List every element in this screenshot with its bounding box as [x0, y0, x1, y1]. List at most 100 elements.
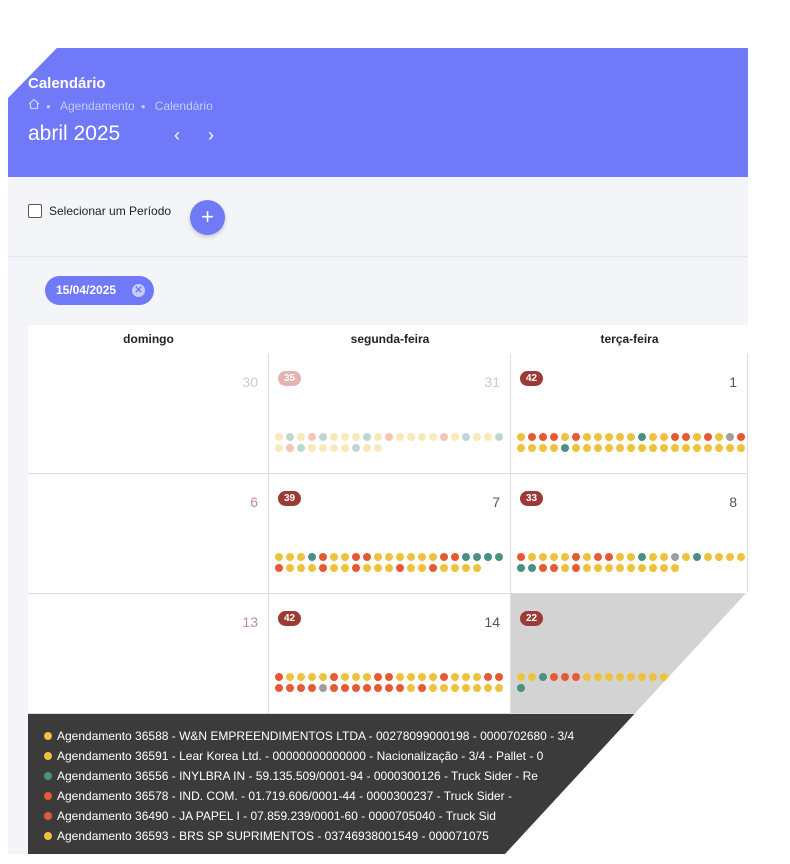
- appointment-dot[interactable]: [550, 433, 558, 441]
- appointment-dot[interactable]: [440, 564, 448, 572]
- select-period-checkbox[interactable]: [28, 204, 42, 218]
- appointment-dot[interactable]: [330, 553, 338, 561]
- appointment-dot[interactable]: [319, 673, 327, 681]
- appointment-dot[interactable]: [528, 564, 536, 572]
- appointment-dot[interactable]: [528, 553, 536, 561]
- appointment-dot[interactable]: [528, 444, 536, 452]
- appointment-dot[interactable]: [385, 553, 393, 561]
- appointment-dot[interactable]: [308, 673, 316, 681]
- calendar-day-cell[interactable]: 8 33: [511, 474, 748, 594]
- appointment-dot[interactable]: [374, 684, 382, 692]
- appointment-dot[interactable]: [297, 433, 305, 441]
- appointment-dot[interactable]: [330, 433, 338, 441]
- appointment-dot[interactable]: [737, 553, 745, 561]
- appointment-dot[interactable]: [374, 564, 382, 572]
- calendar-day-cell[interactable]: 7 39: [269, 474, 511, 594]
- appointment-dot[interactable]: [286, 444, 294, 452]
- appointment-dot[interactable]: [561, 673, 569, 681]
- appointment-dot[interactable]: [594, 564, 602, 572]
- appointment-dot[interactable]: [715, 673, 723, 681]
- appointment-dot[interactable]: [726, 673, 734, 681]
- appointment-dot[interactable]: [440, 673, 448, 681]
- appointment-dot[interactable]: [297, 684, 305, 692]
- appointment-dot[interactable]: [682, 444, 690, 452]
- appointment-dot[interactable]: [473, 553, 481, 561]
- appointment-dot[interactable]: [572, 673, 580, 681]
- appointment-dot[interactable]: [693, 433, 701, 441]
- appointment-dot[interactable]: [385, 433, 393, 441]
- appointment-dot[interactable]: [385, 684, 393, 692]
- appointment-dot[interactable]: [407, 673, 415, 681]
- appointment-dot[interactable]: [473, 684, 481, 692]
- appointment-dot[interactable]: [363, 673, 371, 681]
- appointment-dot[interactable]: [275, 684, 283, 692]
- appointment-dot[interactable]: [484, 433, 492, 441]
- date-filter-chip[interactable]: 15/04/2025 ✕: [45, 276, 155, 305]
- calendar-day-cell[interactable]: 30: [28, 354, 269, 474]
- appointment-dot[interactable]: [517, 553, 525, 561]
- appointment-dot[interactable]: [715, 433, 723, 441]
- appointment-dot[interactable]: [462, 673, 470, 681]
- appointment-dot[interactable]: [605, 673, 613, 681]
- appointment-dot[interactable]: [352, 673, 360, 681]
- appointment-dot[interactable]: [352, 564, 360, 572]
- appointment-dot[interactable]: [352, 444, 360, 452]
- appointment-dot[interactable]: [594, 433, 602, 441]
- appointment-dot[interactable]: [418, 684, 426, 692]
- appointment-dot[interactable]: [561, 444, 569, 452]
- appointment-dot[interactable]: [616, 673, 624, 681]
- appointment-dot[interactable]: [451, 553, 459, 561]
- appointment-dot[interactable]: [473, 564, 481, 572]
- appointment-dot[interactable]: [616, 564, 624, 572]
- appointment-dot[interactable]: [440, 553, 448, 561]
- appointment-dot[interactable]: [528, 433, 536, 441]
- appointment-dot[interactable]: [451, 684, 459, 692]
- appointment-dot[interactable]: [649, 433, 657, 441]
- appointment-dot[interactable]: [627, 564, 635, 572]
- appointment-dot[interactable]: [297, 444, 305, 452]
- appointment-dot[interactable]: [704, 444, 712, 452]
- appointment-dot[interactable]: [539, 553, 547, 561]
- appointment-dot[interactable]: [341, 673, 349, 681]
- appointment-dot[interactable]: [572, 553, 580, 561]
- appointment-dot[interactable]: [517, 673, 525, 681]
- appointment-count-badge[interactable]: 42: [520, 371, 543, 386]
- appointment-dot[interactable]: [517, 444, 525, 452]
- appointment-dot[interactable]: [660, 433, 668, 441]
- appointment-dot[interactable]: [352, 684, 360, 692]
- appointment-dot[interactable]: [682, 673, 690, 681]
- appointment-dot[interactable]: [704, 673, 712, 681]
- appointment-dot[interactable]: [484, 553, 492, 561]
- appointment-dot[interactable]: [550, 564, 558, 572]
- appointment-dot[interactable]: [671, 433, 679, 441]
- appointment-dot[interactable]: [539, 433, 547, 441]
- appointment-dot[interactable]: [418, 553, 426, 561]
- appointment-dot[interactable]: [572, 564, 580, 572]
- appointment-dot[interactable]: [660, 553, 668, 561]
- appointment-dot[interactable]: [693, 444, 701, 452]
- appointment-dot[interactable]: [737, 433, 745, 441]
- appointment-dot[interactable]: [275, 553, 283, 561]
- appointment-dot[interactable]: [539, 564, 547, 572]
- appointment-dot[interactable]: [330, 444, 338, 452]
- appointment-dot[interactable]: [429, 684, 437, 692]
- breadcrumb-item-agendamento[interactable]: Agendamento: [60, 99, 135, 113]
- appointment-dot[interactable]: [451, 433, 459, 441]
- appointment-dot[interactable]: [286, 684, 294, 692]
- appointment-dot[interactable]: [605, 564, 613, 572]
- appointment-dot[interactable]: [660, 444, 668, 452]
- appointment-dot[interactable]: [583, 673, 591, 681]
- appointment-dot[interactable]: [517, 564, 525, 572]
- appointment-dot[interactable]: [308, 684, 316, 692]
- appointment-dot[interactable]: [396, 553, 404, 561]
- appointment-dot[interactable]: [484, 673, 492, 681]
- appointment-dot[interactable]: [495, 553, 503, 561]
- appointment-dot[interactable]: [649, 673, 657, 681]
- close-icon[interactable]: ✕: [132, 284, 146, 297]
- appointment-dot[interactable]: [374, 553, 382, 561]
- appointment-dot[interactable]: [605, 553, 613, 561]
- appointment-dot[interactable]: [407, 684, 415, 692]
- calendar-day-cell[interactable]: 13: [28, 594, 269, 714]
- calendar-day-cell[interactable]: 1 42: [511, 354, 748, 474]
- appointment-dot[interactable]: [319, 553, 327, 561]
